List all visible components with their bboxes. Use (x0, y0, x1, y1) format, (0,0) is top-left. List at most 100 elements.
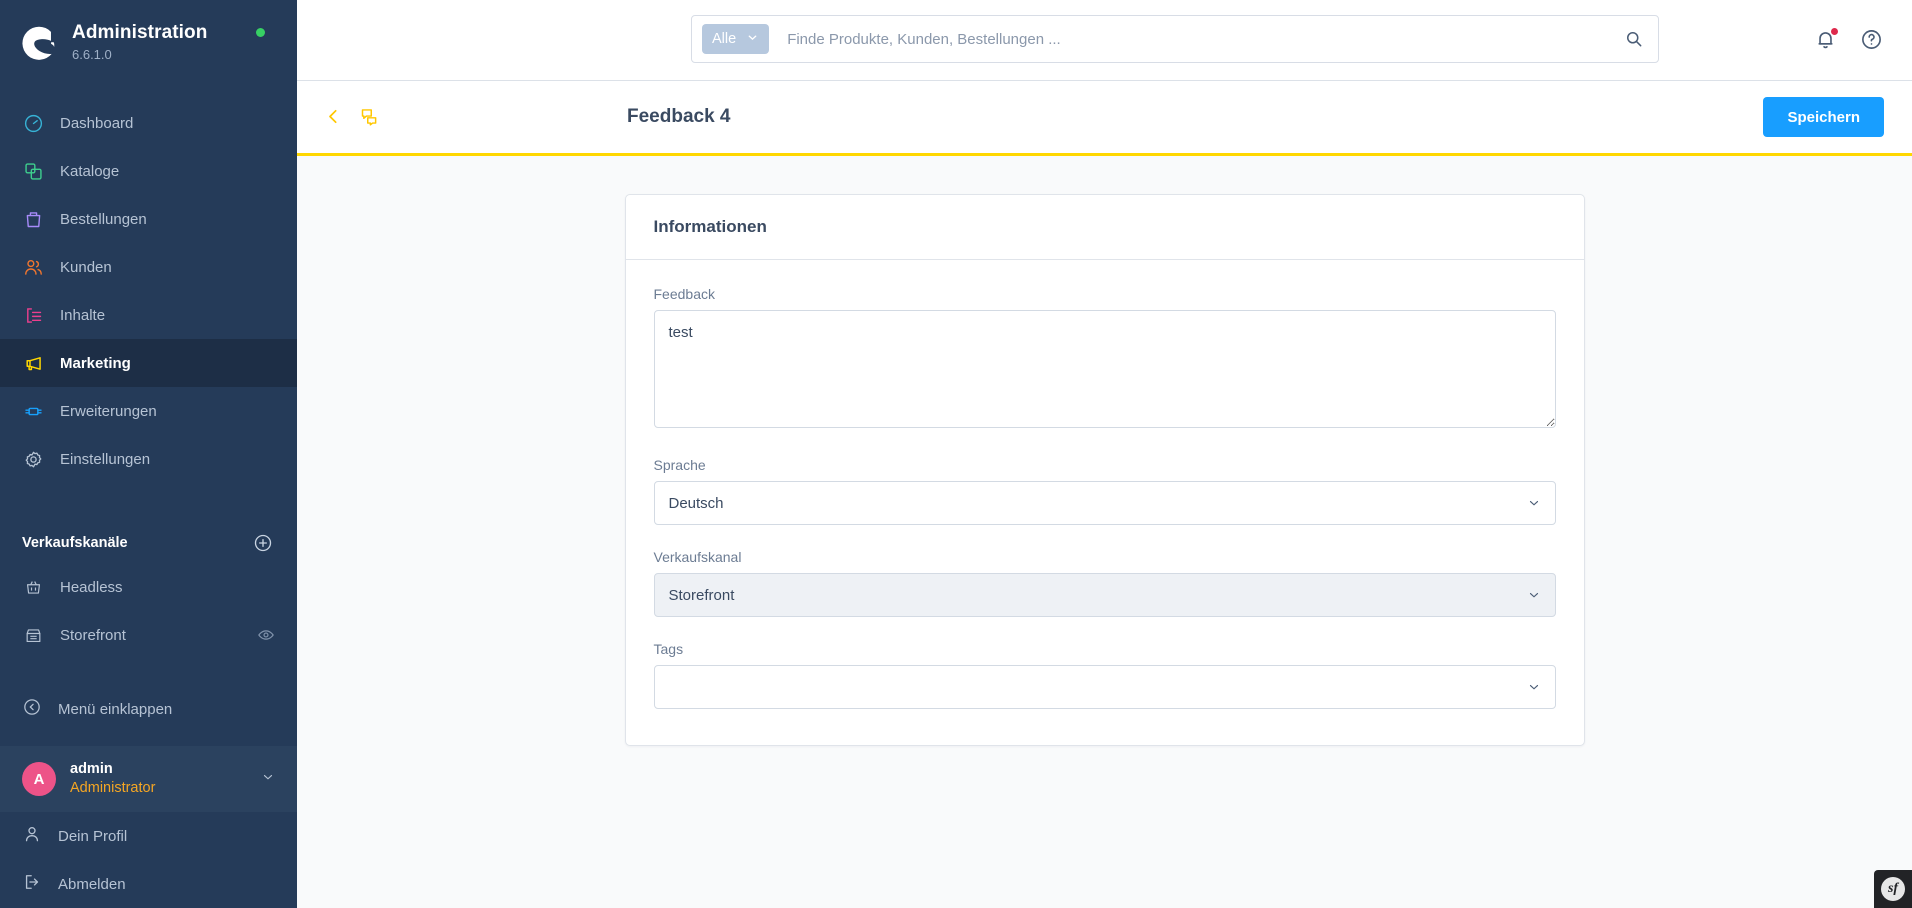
chevron-down-icon (1527, 588, 1541, 602)
sidebar-item-label: Abmelden (58, 875, 126, 893)
basket-icon (22, 576, 44, 598)
catalog-icon (22, 160, 44, 182)
feedback-label: Feedback (653, 286, 715, 302)
user-name: admin (70, 761, 113, 777)
sales-channel-field: Verkaufskanal Storefront (653, 549, 1556, 617)
information-card: Informationen Feedback Sprache Deutsch (624, 194, 1585, 746)
chevron-down-icon (1527, 496, 1541, 510)
sales-channel-select: Storefront (653, 573, 1556, 617)
user-menu[interactable]: A admin Administrator (0, 746, 297, 812)
brand-text: Administration 6.6.1.0 (72, 22, 207, 63)
sidebar-item-label: Kataloge (60, 162, 120, 180)
sales-channels-title: Verkaufskanäle (22, 535, 128, 551)
logout-icon (22, 872, 42, 896)
language-field: Sprache Deutsch (653, 457, 1556, 525)
notification-badge (1830, 27, 1839, 36)
chevron-left-icon[interactable] (323, 106, 345, 128)
sales-channel-value: Storefront (668, 586, 735, 604)
sales-channels-section-header: Verkaufskanäle (0, 523, 297, 563)
sales-channel-label: Verkaufskanal (653, 549, 742, 565)
symfony-profiler-icon[interactable]: sf (1874, 870, 1912, 908)
user-icon (22, 824, 42, 848)
language-label: Sprache (653, 457, 706, 473)
sales-channel-label: Headless (60, 578, 123, 596)
content-icon (22, 304, 44, 326)
feedback-textarea[interactable] (653, 310, 1556, 428)
sidebar-item-profile[interactable]: Dein Profil (0, 812, 297, 860)
sidebar-item-dashboard[interactable]: Dashboard (0, 99, 297, 147)
sales-channel-label: Storefront (60, 626, 126, 644)
main-navigation: Dashboard Kataloge Bestellungen Kunden I… (0, 99, 297, 483)
search-icon[interactable] (1624, 29, 1644, 49)
page-title: Feedback 4 (627, 106, 731, 127)
main-area: Alle Finde Produkte, Kunden, Bestellunge… (297, 0, 1912, 908)
brand-title: Administration (72, 22, 208, 43)
sidebar-item-label: Inhalte (60, 306, 106, 324)
user-meta: admin Administrator (70, 760, 247, 798)
sidebar-item-kataloge[interactable]: Kataloge (0, 147, 297, 195)
content-area: Informationen Feedback Sprache Deutsch (297, 156, 1912, 908)
search-scope-label: Alle (712, 31, 737, 47)
sidebar-item-label: Bestellungen (60, 210, 147, 228)
chevron-left-circle-icon (22, 697, 42, 721)
user-role: Administrator (70, 780, 156, 796)
sidebar-item-label: Kunden (60, 258, 112, 276)
sidebar-item-erweiterungen[interactable]: Erweiterungen (0, 387, 297, 435)
sidebar: Administration 6.6.1.0 Dashboard Katalog… (0, 0, 297, 908)
sidebar-item-label: Einstellungen (60, 450, 151, 468)
tags-select[interactable] (653, 665, 1556, 709)
sales-channel-headless[interactable]: Headless (0, 563, 297, 611)
bell-icon[interactable] (1814, 27, 1839, 52)
search-input[interactable] (769, 17, 1624, 61)
language-select[interactable]: Deutsch (653, 481, 1556, 525)
gear-icon (22, 448, 44, 470)
page-header-actions (323, 106, 623, 128)
language-value: Deutsch (668, 494, 724, 512)
card-title: Informationen (625, 195, 1584, 260)
sidebar-item-logout[interactable]: Abmelden (0, 860, 297, 908)
sidebar-item-label: Dein Profil (58, 827, 128, 845)
megaphone-icon (22, 352, 44, 374)
collapse-menu-label: Menü einklappen (58, 700, 173, 718)
symfony-profiler-badge: sf (1881, 877, 1905, 901)
speech-bubbles-icon[interactable] (359, 106, 381, 128)
dashboard-icon (22, 112, 44, 134)
search-scope-selector[interactable]: Alle (702, 24, 770, 54)
chevron-down-icon (1527, 680, 1541, 694)
add-sales-channel-icon[interactable] (253, 533, 273, 553)
sidebar-item-label: Erweiterungen (60, 402, 157, 420)
storefront-icon (22, 624, 44, 646)
sales-channel-storefront[interactable]: Storefront (0, 611, 297, 659)
sidebar-item-label: Dashboard (60, 114, 134, 132)
chevron-down-icon (746, 31, 759, 48)
avatar: A (22, 762, 56, 796)
sidebar-item-kunden[interactable]: Kunden (0, 243, 297, 291)
save-button[interactable]: Speichern (1763, 97, 1884, 137)
sidebar-item-einstellungen[interactable]: Einstellungen (0, 435, 297, 483)
help-circle-icon[interactable] (1860, 28, 1884, 52)
shopware-logo-icon (22, 25, 58, 61)
card-body: Feedback Sprache Deutsch (626, 260, 1584, 745)
feedback-field: Feedback (653, 286, 1556, 433)
sidebar-item-label: Marketing (60, 354, 131, 372)
sidebar-item-marketing[interactable]: Marketing (0, 339, 297, 387)
tags-field: Tags (653, 641, 1556, 709)
eye-icon[interactable] (257, 626, 275, 644)
app-root: Administration 6.6.1.0 Dashboard Katalog… (0, 0, 1912, 908)
topbar-actions (1814, 27, 1884, 52)
orders-bag-icon (22, 208, 44, 230)
sidebar-item-inhalte[interactable]: Inhalte (0, 291, 297, 339)
customers-icon (22, 256, 44, 278)
sidebar-brand[interactable]: Administration 6.6.1.0 (0, 0, 297, 83)
brand-version: 6.6.1.0 (72, 47, 112, 62)
tags-label: Tags (653, 641, 684, 657)
plugin-icon (22, 400, 44, 422)
collapse-menu-button[interactable]: Menü einklappen (0, 685, 297, 733)
sidebar-item-bestellungen[interactable]: Bestellungen (0, 195, 297, 243)
global-search: Alle (691, 15, 1659, 63)
topbar: Alle (297, 0, 1912, 81)
page-header: Feedback 4 Speichern (297, 81, 1912, 156)
online-status-dot (256, 28, 265, 37)
chevron-down-icon[interactable] (261, 770, 275, 789)
